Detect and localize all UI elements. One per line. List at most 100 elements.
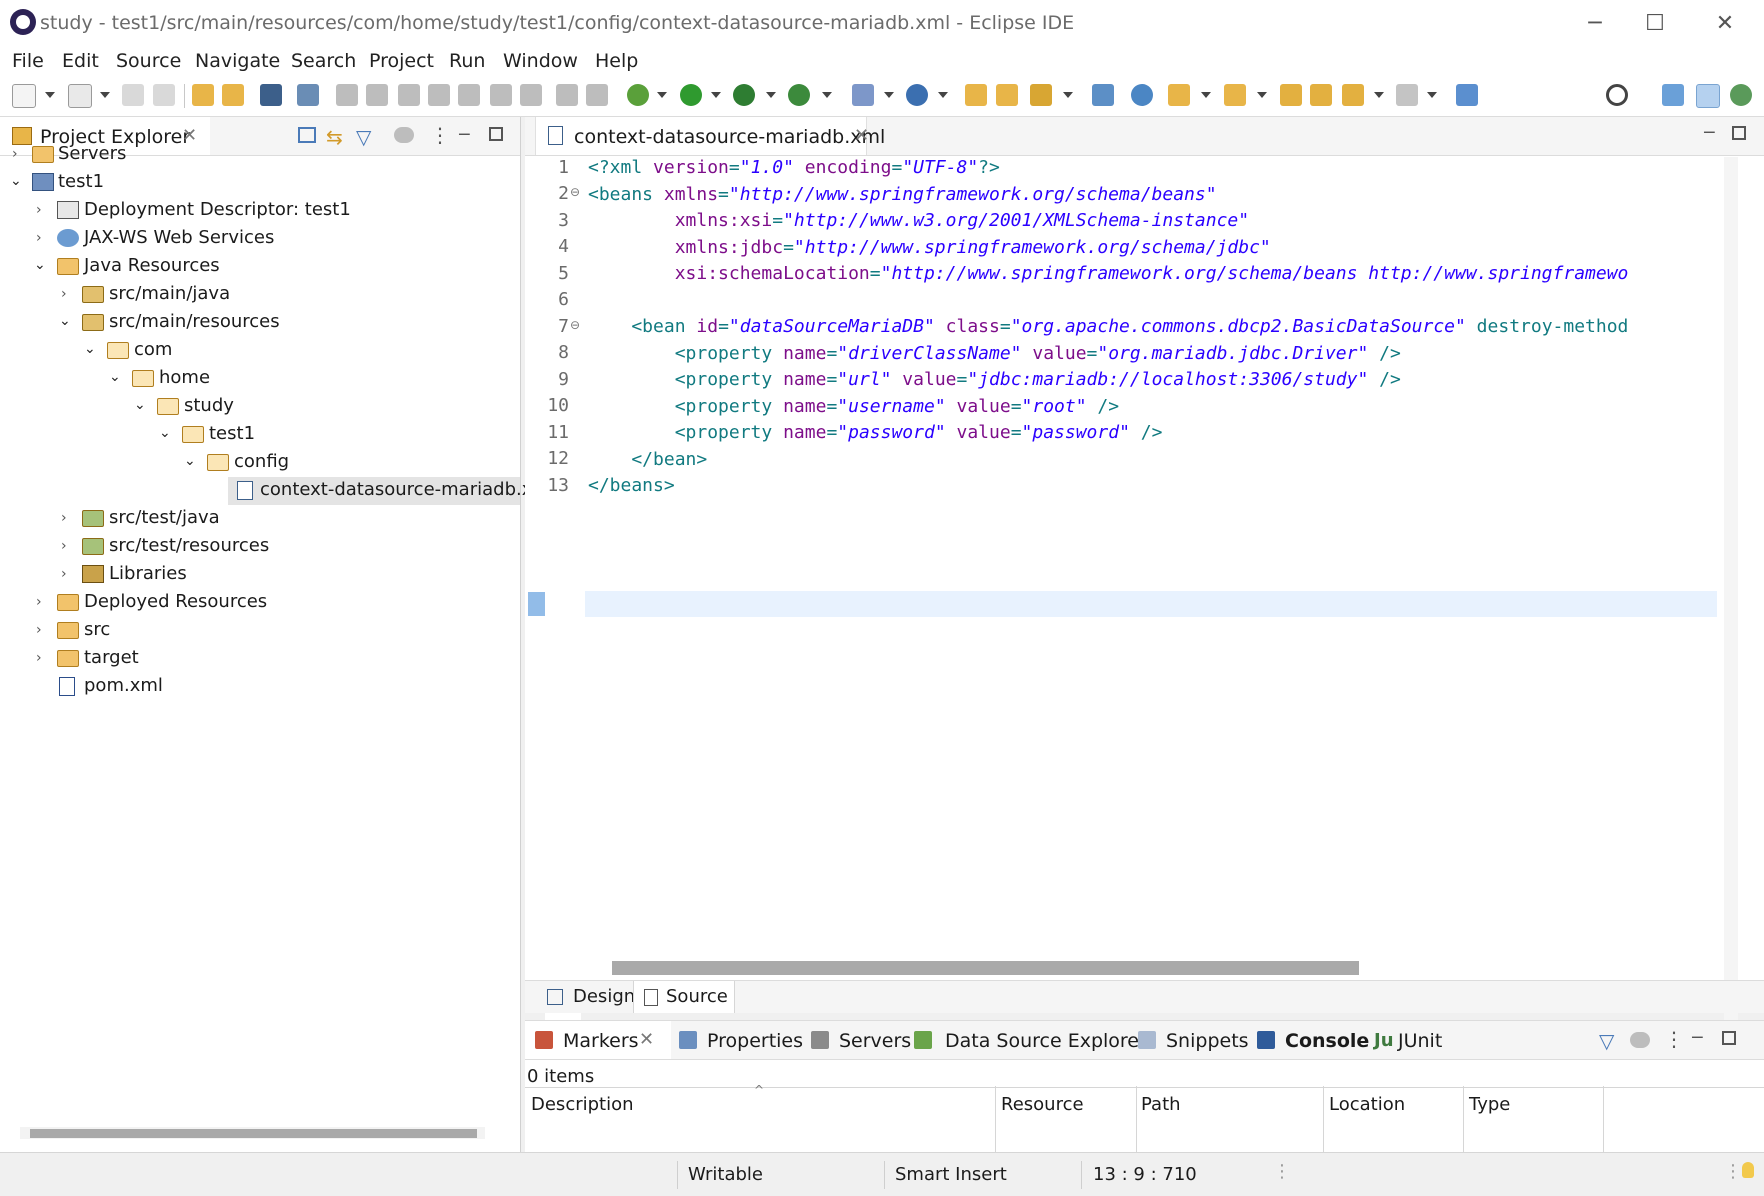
chevron-right-icon[interactable]: › (36, 230, 50, 246)
pin-editor-icon[interactable] (1456, 84, 1478, 106)
code-line[interactable]: <beans xmlns="http://www.springframework… (588, 184, 1217, 205)
project-explorer-hscroll-thumb[interactable] (30, 1129, 477, 1138)
save-icon[interactable] (122, 84, 144, 106)
chevron-right-icon[interactable]: › (36, 202, 50, 218)
chevron-down-icon[interactable] (884, 92, 894, 98)
open-resource-icon[interactable] (996, 84, 1018, 106)
forward-icon[interactable] (1396, 84, 1418, 106)
tree-item-jaxws[interactable]: › JAX-WS Web Services (0, 225, 520, 253)
tab-design[interactable]: Design (535, 981, 645, 1013)
menu-help[interactable]: Help (595, 50, 638, 72)
filter-icon[interactable]: ▽ (1599, 1029, 1614, 1053)
code-line[interactable]: </bean> (588, 449, 707, 470)
editor-vscroll[interactable] (1724, 157, 1738, 1062)
drop-to-frame-icon[interactable] (556, 84, 578, 106)
chevron-down-icon[interactable]: ⌄ (109, 369, 123, 385)
chevron-right-icon[interactable]: › (36, 622, 50, 638)
toggle-ant-icon[interactable] (1092, 84, 1114, 106)
suspend-icon[interactable] (366, 84, 388, 106)
tab-context-datasource-mariadb[interactable]: context-datasource-mariadb.xml ✕ (535, 117, 885, 155)
code-editor[interactable]: <?xml version="1.0" encoding="UTF-8"?> <b… (525, 157, 1715, 577)
tree-item-home[interactable]: ⌄ home (0, 365, 520, 393)
close-icon[interactable]: ✕ (854, 125, 869, 146)
tree-item-com[interactable]: ⌄ com (0, 337, 520, 365)
editor-hscroll-thumb[interactable] (612, 961, 1359, 975)
save-all-icon[interactable] (153, 84, 175, 106)
chevron-right-icon[interactable]: › (61, 566, 75, 582)
code-line[interactable]: xmlns:xsi="http://www.w3.org/2001/XMLSch… (588, 210, 1249, 231)
run-icon[interactable] (680, 84, 702, 106)
tree-item-src[interactable]: › src (0, 617, 520, 645)
next-annotation-icon[interactable] (1168, 84, 1190, 106)
tab-properties[interactable]: Properties (707, 1030, 803, 1052)
column-location[interactable]: Location (1329, 1094, 1405, 1115)
open-type-icon[interactable] (965, 84, 987, 106)
menu-file[interactable]: File (12, 50, 44, 72)
chevron-down-icon[interactable]: ⌄ (159, 425, 173, 441)
chevron-down-icon[interactable] (657, 92, 667, 98)
code-line[interactable]: </beans> (588, 475, 675, 496)
next-edit-location-icon[interactable] (1310, 84, 1332, 106)
back-icon[interactable] (1342, 84, 1364, 106)
terminate-icon[interactable] (398, 84, 420, 106)
menu-source[interactable]: Source (116, 50, 181, 72)
chevron-down-icon[interactable] (45, 92, 55, 98)
new-java-class-icon[interactable] (906, 84, 928, 106)
chevron-right-icon[interactable]: › (61, 510, 75, 526)
tree-item-config[interactable]: ⌄ config (0, 449, 520, 477)
chevron-down-icon[interactable] (1201, 92, 1211, 98)
chevron-down-icon[interactable] (822, 92, 832, 98)
chevron-down-icon[interactable]: ⌄ (59, 313, 73, 329)
tree-item-servers[interactable]: › Servers (0, 141, 520, 169)
chevron-down-icon[interactable] (1063, 92, 1073, 98)
chevron-down-icon[interactable] (100, 92, 110, 98)
column-resource[interactable]: Resource (1001, 1094, 1084, 1115)
coverage-icon[interactable] (733, 84, 755, 106)
menu-search[interactable]: Search (291, 50, 356, 72)
menu-window[interactable]: Window (503, 50, 578, 72)
tree-item-deployment-descriptor[interactable]: › Deployment Descriptor: test1 (0, 197, 520, 225)
new-icon[interactable] (12, 84, 36, 108)
tab-servers[interactable]: Servers (839, 1030, 911, 1052)
tree-item-pom[interactable]: pom.xml (0, 673, 520, 701)
tree-item-src-test-resources[interactable]: › src/test/resources (0, 533, 520, 561)
debug-perspective-icon[interactable] (1730, 84, 1752, 106)
chevron-down-icon[interactable] (766, 92, 776, 98)
tree-item-test1-folder[interactable]: ⌄ test1 (0, 421, 520, 449)
chevron-down-icon[interactable]: ⌄ (10, 173, 24, 189)
new-wizard-icon[interactable] (68, 84, 92, 108)
resume-icon[interactable] (336, 84, 358, 106)
chevron-down-icon[interactable] (1427, 92, 1437, 98)
code-line[interactable]: <?xml version="1.0" encoding="UTF-8"?> (588, 157, 1000, 178)
new-server-icon[interactable] (852, 84, 874, 106)
chevron-right-icon[interactable]: › (12, 146, 26, 162)
skip-breakpoints-icon[interactable] (297, 84, 319, 106)
close-window-button[interactable]: ✕ (1690, 0, 1760, 46)
tree-item-libraries[interactable]: › Libraries (0, 561, 520, 589)
code-line[interactable]: <property name="username" value="root" /… (588, 396, 1119, 417)
debug-icon[interactable] (627, 84, 649, 106)
chevron-down-icon[interactable] (711, 92, 721, 98)
search-icon[interactable] (1606, 84, 1628, 106)
chevron-down-icon[interactable]: ⌄ (34, 257, 48, 273)
column-description[interactable]: Description (531, 1094, 634, 1115)
chevron-down-icon[interactable] (1257, 92, 1267, 98)
chevron-down-icon[interactable]: ⌄ (134, 397, 148, 413)
lightbulb-icon[interactable] (1742, 1162, 1754, 1178)
chevron-right-icon[interactable]: › (36, 594, 50, 610)
step-return-icon[interactable] (520, 84, 542, 106)
maximize-icon[interactable] (1722, 1031, 1736, 1045)
tree-item-study[interactable]: ⌄ study (0, 393, 520, 421)
tab-console[interactable]: Console (1285, 1030, 1369, 1052)
tab-markers-label[interactable]: Markers (563, 1030, 639, 1052)
tab-junit[interactable]: JUnit (1398, 1030, 1442, 1052)
chevron-down-icon[interactable]: ⌄ (84, 341, 98, 357)
tree-item-src-main-resources[interactable]: ⌄ src/main/resources (0, 309, 520, 337)
tree-item-test1-project[interactable]: ⌄ test1 (0, 169, 520, 197)
column-path[interactable]: Path (1141, 1094, 1181, 1115)
step-over-icon[interactable] (490, 84, 512, 106)
build-icon[interactable] (192, 84, 214, 106)
chevron-right-icon[interactable]: › (61, 286, 75, 302)
view-menu-icon[interactable]: ⋮ (1664, 1027, 1684, 1051)
tree-item-target[interactable]: › target (0, 645, 520, 673)
